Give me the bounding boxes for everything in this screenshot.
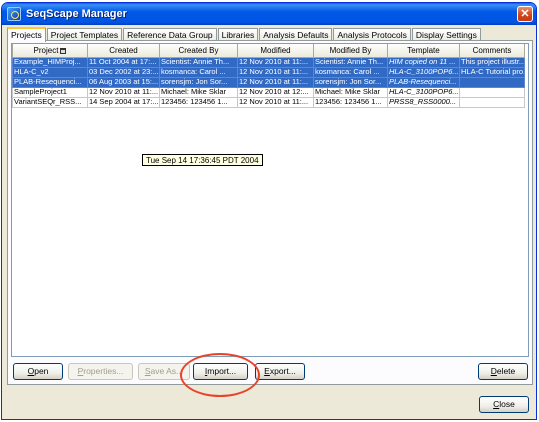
column-header-project[interactable]: Project <box>12 44 88 58</box>
table-row[interactable]: PLAB-Resequenci... 06 Aug 2003 at 15:...… <box>12 76 525 88</box>
table-row[interactable]: VariantSEQr_RSS... 14 Sep 2004 at 17:...… <box>12 96 525 108</box>
delete-button[interactable]: Delete <box>478 363 528 380</box>
cell-comments[interactable] <box>459 86 525 98</box>
projects-table: Project Created Created By Modified Modi… <box>11 43 529 357</box>
cell-created-by[interactable]: kosmanca: Carol ... <box>159 66 238 78</box>
cell-project[interactable]: PLAB-Resequenci... <box>12 76 88 88</box>
column-header-modified[interactable]: Modified <box>237 44 314 58</box>
cell-modified-by[interactable]: 123456: 123456 1... <box>313 96 388 108</box>
cell-comments[interactable] <box>459 96 525 108</box>
cell-template[interactable]: HLA-C_3100POP6... <box>387 86 460 98</box>
column-header-created[interactable]: Created <box>87 44 160 58</box>
column-header-template[interactable]: Template <box>387 44 460 58</box>
table-row[interactable]: HLA-C_v2 03 Dec 2002 at 23:... kosmanca:… <box>12 66 525 78</box>
save-as-button[interactable]: Save As... <box>138 363 190 380</box>
cell-project[interactable]: Example_HIMProj... <box>12 56 88 68</box>
cell-project[interactable]: VariantSEQr_RSS... <box>12 96 88 108</box>
cell-project[interactable]: SampleProject1 <box>12 86 88 98</box>
cell-created[interactable]: 03 Dec 2002 at 23:... <box>87 66 160 78</box>
cell-project[interactable]: HLA-C_v2 <box>12 66 88 78</box>
table-header-row: Project Created Created By Modified Modi… <box>12 44 525 58</box>
cell-created-by[interactable]: 123456: 123456 1... <box>159 96 238 108</box>
cell-modified[interactable]: 12 Nov 2010 at 11:... <box>237 76 314 88</box>
cell-modified-by[interactable]: Scientist: Annie Th... <box>313 56 388 68</box>
date-tooltip: Tue Sep 14 17:36:45 PDT 2004 <box>142 154 263 166</box>
cell-template[interactable]: HIM copied on 11 ... <box>387 56 460 68</box>
cell-comments[interactable]: This project illustr... <box>459 56 525 68</box>
tab-strip: Projects Project Templates Reference Dat… <box>7 27 482 42</box>
seqscape-app-icon <box>7 7 21 21</box>
export-button[interactable]: Export... <box>255 363 305 380</box>
cell-created[interactable]: 12 Nov 2010 at 11:... <box>87 86 160 98</box>
cell-modified[interactable]: 12 Nov 2010 at 12:... <box>237 86 314 98</box>
cell-comments[interactable] <box>459 76 525 88</box>
cell-modified-by[interactable]: sorensjm: Jon Sor... <box>313 76 388 88</box>
tab-projects[interactable]: Projects <box>7 27 46 42</box>
lock-icon <box>60 47 67 54</box>
properties-button[interactable]: Properties... <box>68 363 133 380</box>
cell-template[interactable]: PLAB-Resequenci... <box>387 76 460 88</box>
table-row[interactable]: Example_HIMProj... 11 Oct 2004 at 17:...… <box>12 56 525 68</box>
cell-created-by[interactable]: Michael: Mike Sklar <box>159 86 238 98</box>
cell-modified[interactable]: 12 Nov 2010 at 11:... <box>237 56 314 68</box>
close-button[interactable]: Close <box>479 396 529 413</box>
cell-created[interactable]: 06 Aug 2003 at 15:... <box>87 76 160 88</box>
column-header-comments[interactable]: Comments <box>459 44 525 58</box>
window-title: SeqScape Manager <box>26 8 127 20</box>
cell-created[interactable]: 11 Oct 2004 at 17:... <box>87 56 160 68</box>
cell-created-by[interactable]: sorensjm: Jon Sor... <box>159 76 238 88</box>
cell-created-by[interactable]: Scientist: Annie Th... <box>159 56 238 68</box>
column-header-created-by[interactable]: Created By <box>159 44 238 58</box>
cell-template[interactable]: PRSS8_RSS0000... <box>387 96 460 108</box>
cell-comments[interactable]: HLA-C Tutorial pro... <box>459 66 525 78</box>
title-bar[interactable]: SeqScape Manager ✕ <box>2 3 536 25</box>
table-row[interactable]: SampleProject1 12 Nov 2010 at 11:... Mic… <box>12 86 525 98</box>
seqscape-manager-window: SeqScape Manager ✕ Projects Project Temp… <box>1 2 537 420</box>
open-button[interactable]: Open <box>13 363 63 380</box>
import-button[interactable]: Import... <box>193 363 248 380</box>
cell-modified-by[interactable]: kosmanca: Carol ... <box>313 66 388 78</box>
cell-modified[interactable]: 12 Nov 2010 at 11:... <box>237 66 314 78</box>
cell-modified-by[interactable]: Michael: Mike Sklar <box>313 86 388 98</box>
projects-panel: Project Created Created By Modified Modi… <box>7 40 533 385</box>
cell-created[interactable]: 14 Sep 2004 at 17:... <box>87 96 160 108</box>
cell-modified[interactable]: 12 Nov 2010 at 11:... <box>237 96 314 108</box>
cell-template[interactable]: HLA-C_3100POP6... <box>387 66 460 78</box>
close-window-button[interactable]: ✕ <box>517 6 533 22</box>
column-header-modified-by[interactable]: Modified By <box>313 44 388 58</box>
